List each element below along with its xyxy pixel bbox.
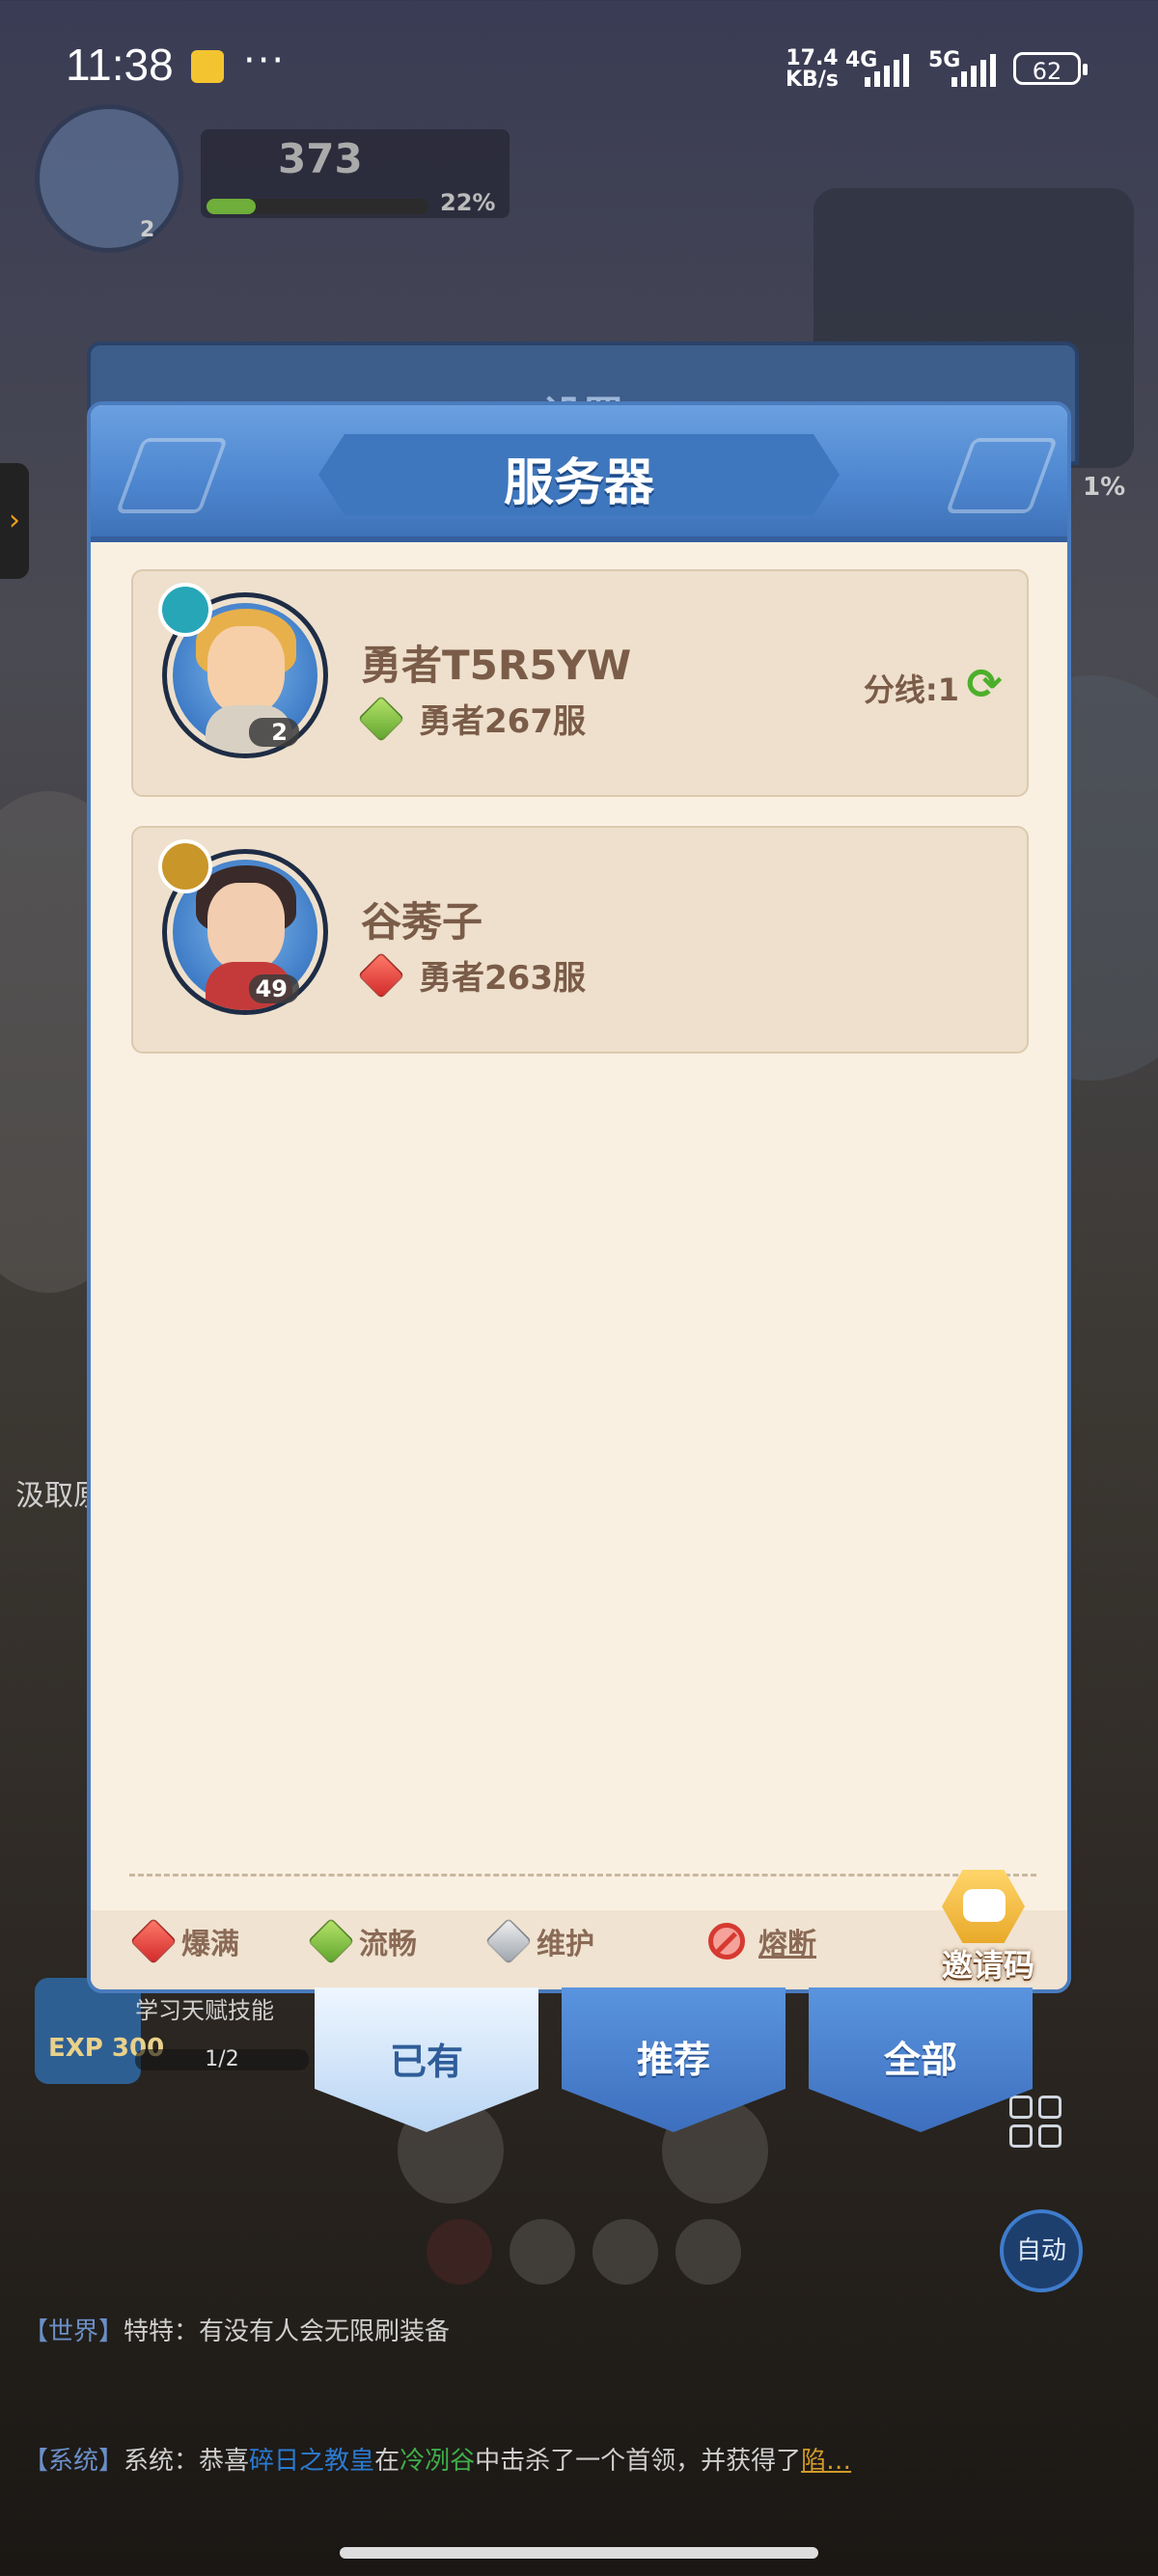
- maintenance-status-icon: [484, 1917, 533, 1965]
- character-level: 2: [249, 718, 299, 747]
- chat-message: 有没有人会无限刷装备: [199, 2317, 451, 2346]
- network-speed: 17.4 KB/s: [786, 48, 839, 91]
- battery-icon: 62: [1013, 52, 1088, 85]
- chat-message: 中击杀了一个首领，并获得了: [475, 2447, 802, 2476]
- legend-smooth: 流畅: [307, 1912, 417, 1970]
- legend-fused: 熔断: [708, 1912, 816, 1970]
- switch-branch-icon[interactable]: ⟳: [963, 664, 1006, 706]
- sword-class-icon: [158, 583, 212, 637]
- side-percent: 1%: [1083, 473, 1126, 502]
- tab-owned[interactable]: 已有: [315, 1987, 538, 2132]
- chat-message: 恭喜: [199, 2447, 250, 2476]
- home-indicator[interactable]: [340, 2547, 818, 2559]
- network-speed-value: 17.4: [786, 46, 839, 70]
- chat-line-world[interactable]: 【世界】特特：有没有人会无限刷装备: [23, 2312, 450, 2347]
- server-dialog: 服务器 2 勇者T5R5YW 勇者267服 分线:1 ⟳ 49 谷莠子 勇者26…: [87, 401, 1071, 1993]
- server-name: 勇者267服: [419, 702, 586, 741]
- chat-item-link[interactable]: 陷…: [801, 2447, 851, 2476]
- player-level: 2: [140, 218, 155, 242]
- clock: 11:38: [66, 40, 174, 90]
- chat-message: 在: [374, 2447, 400, 2476]
- power-progress-percent: 22%: [440, 189, 496, 216]
- legend-label: 维护: [537, 1928, 594, 1961]
- chat-channel: 【世界】: [23, 2317, 124, 2346]
- invite-code-button[interactable]: 邀请码: [921, 1868, 1056, 1989]
- full-status-icon: [129, 1917, 178, 1965]
- character-level: 49: [249, 974, 299, 1003]
- exp-icon: [35, 1978, 141, 2084]
- dialog-header: 服务器: [91, 405, 1067, 542]
- fused-status-icon: [708, 1923, 745, 1959]
- branch-line: 分线:1: [863, 671, 959, 708]
- invite-code-label: 邀请码: [941, 1947, 1034, 1984]
- skill-slot[interactable]: [676, 2219, 741, 2285]
- legend-label: 熔断: [758, 1928, 816, 1961]
- chat-line-system[interactable]: 【系统】系统：恭喜碎日之教皇在冷冽谷中击杀了一个首领，并获得了陷…: [23, 2441, 851, 2477]
- tab-label: 已有: [389, 2041, 463, 2083]
- task-text: 学习天赋技能: [135, 1997, 274, 2024]
- player-name: 谷莠子: [361, 898, 483, 945]
- power-progress-bar: [207, 199, 428, 214]
- auto-button[interactable]: 自动: [1000, 2209, 1083, 2292]
- axe-class-icon: [158, 839, 212, 893]
- legend-label: 爆满: [181, 1928, 239, 1961]
- skill-slot[interactable]: [510, 2219, 575, 2285]
- sim2-signal-icon: [951, 54, 996, 87]
- smooth-status-icon: [357, 695, 405, 742]
- task-progress: 1/2: [135, 2049, 309, 2070]
- status-bar: 11:38 ··· 17.4 KB/s 4G 5G 62: [0, 0, 1158, 135]
- server-card[interactable]: 49 谷莠子 勇者263服: [131, 826, 1029, 1054]
- chat-channel: 【系统】: [23, 2447, 124, 2476]
- chat-speaker: 特特：: [124, 2317, 200, 2346]
- tab-all[interactable]: 全部: [809, 1987, 1033, 2132]
- chat-place-link[interactable]: 冷冽谷: [400, 2447, 475, 2476]
- sim1-signal-icon: [865, 54, 909, 87]
- more-notifications-icon: ···: [243, 39, 287, 83]
- player-name: 勇者T5R5YW: [361, 642, 632, 689]
- legend-label: 流畅: [359, 1928, 417, 1961]
- tab-label: 推荐: [636, 2039, 710, 2081]
- full-status-icon: [357, 951, 405, 999]
- player-avatar[interactable]: [35, 104, 183, 253]
- expand-left-panel-button[interactable]: ›: [0, 463, 29, 579]
- tab-label: 全部: [883, 2039, 957, 2081]
- chat-speaker: 系统：: [124, 2447, 200, 2476]
- network-speed-unit: KB/s: [786, 68, 839, 92]
- notification-app-icon: [191, 50, 224, 83]
- server-name: 勇者263服: [419, 959, 586, 998]
- dialog-title: 服务器: [503, 454, 654, 512]
- skill-slot-fire[interactable]: [427, 2219, 492, 2285]
- legend-full: 爆满: [129, 1912, 239, 1970]
- smooth-status-icon: [307, 1917, 355, 1965]
- divider: [129, 1874, 1036, 1877]
- server-info: 勇者267服: [357, 695, 586, 742]
- tab-recommended[interactable]: 推荐: [562, 1987, 786, 2132]
- server-info: 勇者263服: [357, 951, 586, 999]
- skill-slot[interactable]: [593, 2219, 658, 2285]
- power-value: 373: [278, 135, 363, 182]
- chat-player-link[interactable]: 碎日之教皇: [249, 2447, 374, 2476]
- server-card[interactable]: 2 勇者T5R5YW 勇者267服 分线:1 ⟳: [131, 569, 1029, 797]
- legend-maintenance: 维护: [484, 1912, 594, 1970]
